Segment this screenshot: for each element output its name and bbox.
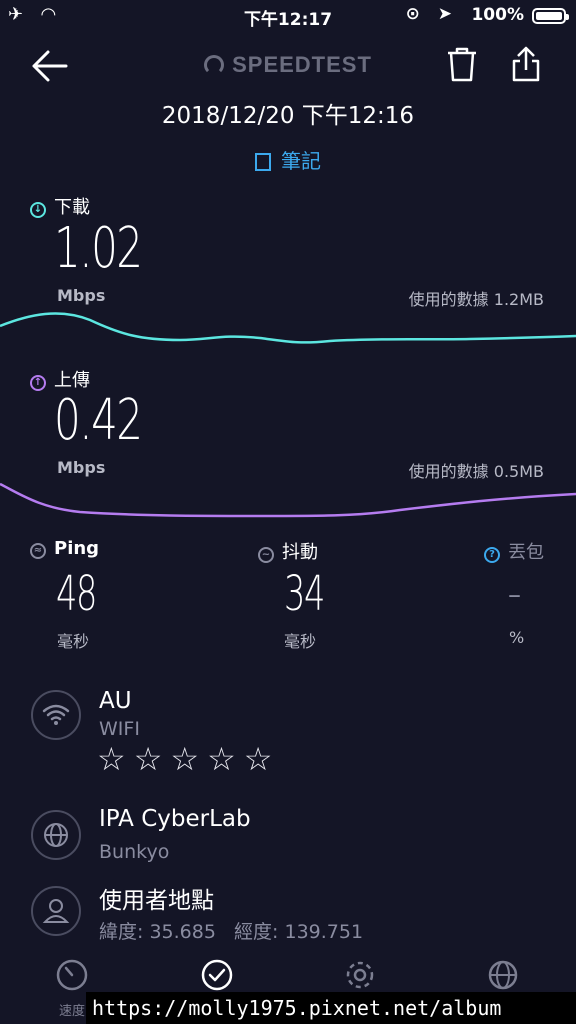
jitter-value: 34 [284, 566, 325, 622]
share-icon [512, 46, 540, 82]
help-icon[interactable]: ? [484, 547, 500, 563]
upload-value: 0.42 [54, 388, 143, 453]
ping-label: Ping [54, 538, 100, 559]
jitter-unit: 毫秒 [284, 632, 317, 651]
globe-icon [488, 960, 518, 990]
jitter-label-row: ~ 抖動 [258, 538, 318, 564]
rating-stars[interactable]: ☆☆☆☆☆ [97, 740, 280, 778]
watermark-text: https://molly1975.pixnet.net/album [86, 992, 576, 1024]
ping-value: 48 [56, 566, 97, 622]
delete-button[interactable] [442, 44, 482, 84]
share-button[interactable] [506, 44, 546, 84]
server-location: Bunkyo [99, 841, 170, 863]
location-coordinates: 緯度: 35.685 經度: 139.751 [99, 921, 364, 943]
loss-label: 丟包 [508, 542, 544, 563]
globe-icon [31, 810, 81, 860]
brand-text: SPEEDTEST [232, 52, 372, 77]
loss-unit: % [509, 628, 525, 647]
loss-label-row[interactable]: ? 丟包 [484, 538, 544, 564]
upload-arrow-icon: ↑ [30, 375, 46, 391]
ping-unit: 毫秒 [57, 632, 90, 651]
notes-icon [255, 153, 271, 171]
notes-button[interactable]: 筆記 [0, 145, 576, 174]
speedometer-icon [56, 959, 88, 991]
loss-value: – [508, 580, 521, 610]
test-datetime: 2018/12/20 下午12:16 [161, 103, 415, 129]
upload-graph [0, 482, 576, 518]
lock-location-icons: ⊙ ➤ [405, 4, 458, 24]
server-name: IPA CyberLab [99, 806, 251, 832]
ping-icon: ≈ [30, 543, 46, 559]
tab-bar: 速度 結果 設定 https://molly1975.pixnet.net/al… [0, 958, 576, 1024]
wifi-icon [31, 690, 81, 740]
jitter-icon: ~ [258, 547, 274, 563]
ping-label-row: ≈ Ping [30, 538, 99, 559]
provider-name: AU [99, 688, 132, 714]
notes-label: 筆記 [281, 149, 321, 173]
provider-connection: WIFI [99, 718, 140, 740]
speedtest-logo: SPEEDTEST [0, 52, 576, 78]
gauge-logo-icon [204, 55, 225, 75]
download-graph [0, 312, 576, 344]
download-value: 1.02 [54, 216, 143, 281]
status-bar: ✈ ◠ 下午12:17 ⊙ ➤ 100% [0, 0, 576, 32]
download-arrow-icon: ↓ [30, 202, 46, 218]
user-icon [31, 886, 81, 936]
battery-icon [532, 8, 569, 24]
trash-icon [448, 47, 476, 82]
jitter-label: 抖動 [282, 542, 318, 563]
battery-percent: 100% [471, 5, 524, 25]
location-title: 使用者地點 [99, 888, 214, 914]
check-circle-icon [201, 959, 233, 991]
gear-icon [346, 961, 374, 989]
download-label: 下載 [54, 197, 90, 218]
